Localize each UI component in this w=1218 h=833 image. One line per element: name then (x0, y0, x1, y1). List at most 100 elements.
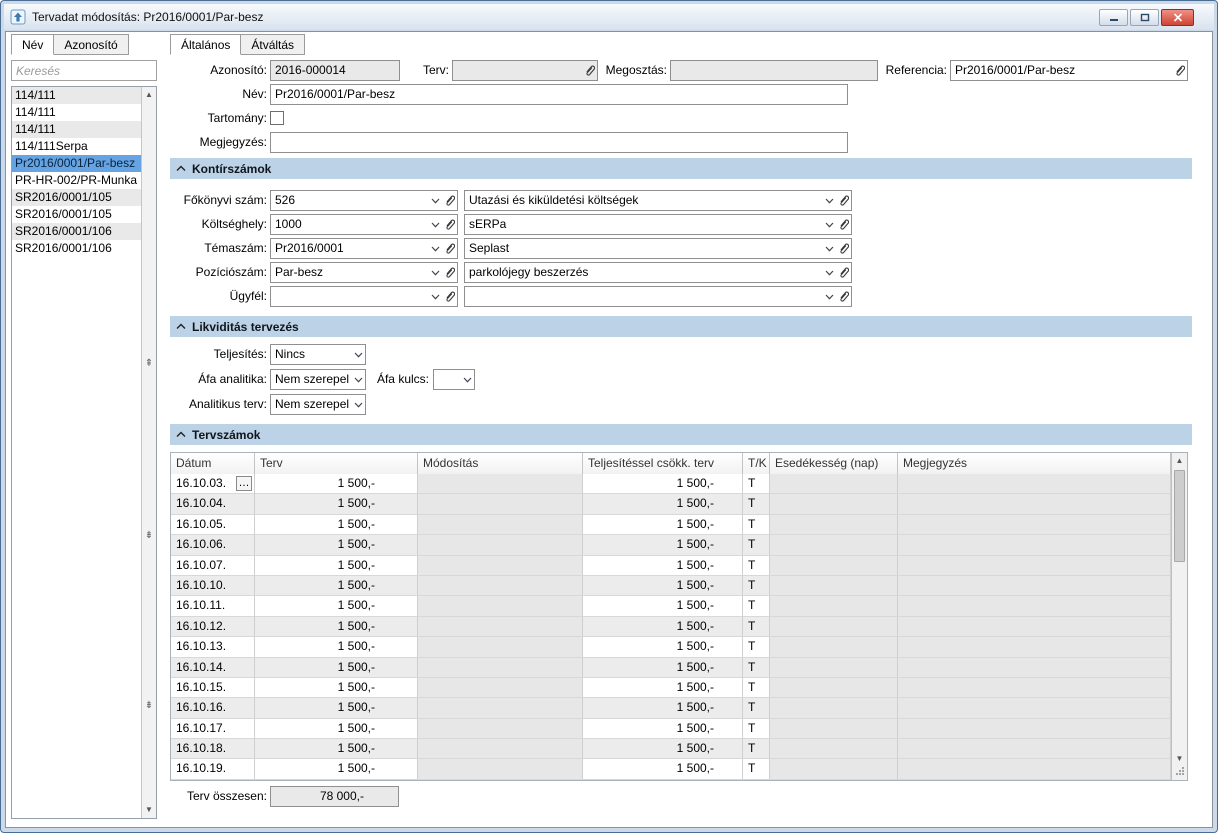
table-cell[interactable]: 1 500,- (255, 515, 418, 535)
table-cell[interactable]: 1 500,- (583, 576, 743, 596)
table-row[interactable]: 16.10.04.1 500,-1 500,-T (171, 494, 1171, 514)
grid-column-header[interactable]: T/K (743, 453, 770, 474)
table-cell[interactable] (418, 556, 583, 576)
table-row[interactable]: 16.10.03.…1 500,-1 500,-T (171, 474, 1171, 494)
table-cell[interactable] (898, 698, 1171, 718)
table-cell[interactable]: T (743, 576, 770, 596)
table-cell[interactable]: T (743, 759, 770, 779)
table-cell[interactable] (898, 596, 1171, 616)
table-cell[interactable]: 16.10.13. (171, 637, 255, 657)
table-cell[interactable] (898, 556, 1171, 576)
analitikus-terv-combo[interactable]: Nem szerepel (270, 394, 366, 415)
table-cell[interactable]: T (743, 637, 770, 657)
table-cell[interactable] (770, 698, 898, 718)
table-cell[interactable]: 1 500,- (255, 637, 418, 657)
table-cell[interactable]: 16.10.04. (171, 494, 255, 514)
table-cell[interactable]: 1 500,- (583, 678, 743, 698)
table-cell[interactable] (418, 759, 583, 779)
table-cell[interactable]: 1 500,- (255, 678, 418, 698)
table-cell[interactable] (418, 474, 583, 494)
grid-column-header[interactable]: Terv (255, 453, 418, 474)
table-cell[interactable] (898, 719, 1171, 739)
table-cell[interactable] (770, 556, 898, 576)
table-cell[interactable]: 16.10.19. (171, 759, 255, 779)
table-cell[interactable]: 1 500,- (255, 474, 418, 494)
table-cell[interactable] (418, 658, 583, 678)
grid-column-header[interactable]: Dátum (171, 453, 255, 474)
table-cell[interactable]: 1 500,- (583, 515, 743, 535)
table-cell[interactable] (898, 515, 1171, 535)
table-cell[interactable] (418, 535, 583, 555)
table-cell[interactable]: 16.10.10. (171, 576, 255, 596)
table-cell[interactable] (770, 719, 898, 739)
resize-grip-icon[interactable] (1172, 765, 1187, 779)
section-tervszamok[interactable]: Tervszámok (170, 424, 1192, 445)
table-cell[interactable]: 16.10.06. (171, 535, 255, 555)
table-cell[interactable] (418, 576, 583, 596)
table-cell[interactable]: 1 500,- (583, 637, 743, 657)
table-cell[interactable] (770, 515, 898, 535)
grid-column-header[interactable]: Megjegyzés (898, 453, 1171, 474)
grid-column-header[interactable]: Módosítás (418, 453, 583, 474)
table-cell[interactable] (418, 596, 583, 616)
table-cell[interactable]: 1 500,- (583, 759, 743, 779)
table-cell[interactable] (898, 494, 1171, 514)
table-cell[interactable]: 16.10.07. (171, 556, 255, 576)
table-cell[interactable] (898, 739, 1171, 759)
table-cell[interactable] (898, 759, 1171, 779)
table-cell[interactable]: T (743, 596, 770, 616)
table-cell[interactable]: 1 500,- (255, 698, 418, 718)
table-row[interactable]: 16.10.13.1 500,-1 500,-T (171, 637, 1171, 657)
table-cell[interactable]: 1 500,- (255, 658, 418, 678)
table-cell[interactable]: 1 500,- (255, 719, 418, 739)
table-cell[interactable]: 16.10.05. (171, 515, 255, 535)
table-cell[interactable] (770, 739, 898, 759)
table-row[interactable]: 16.10.14.1 500,-1 500,-T (171, 658, 1171, 678)
table-cell[interactable]: 1 500,- (583, 556, 743, 576)
table-cell[interactable] (770, 576, 898, 596)
table-cell[interactable] (418, 698, 583, 718)
table-cell[interactable] (898, 658, 1171, 678)
table-cell[interactable]: T (743, 719, 770, 739)
table-cell[interactable] (418, 719, 583, 739)
table-cell[interactable]: 16.10.17. (171, 719, 255, 739)
table-cell[interactable]: T (743, 739, 770, 759)
table-cell[interactable]: 1 500,- (255, 617, 418, 637)
table-cell[interactable] (770, 658, 898, 678)
table-cell[interactable] (770, 474, 898, 494)
table-cell[interactable] (770, 678, 898, 698)
table-cell[interactable]: 16.10.15. (171, 678, 255, 698)
table-cell[interactable]: T (743, 535, 770, 555)
table-cell[interactable]: 16.10.16. (171, 698, 255, 718)
table-row[interactable]: 16.10.19.1 500,-1 500,-T (171, 759, 1171, 779)
sidebar-tab-nev[interactable]: Név (11, 34, 54, 55)
table-cell[interactable]: 1 500,- (255, 739, 418, 759)
table-cell[interactable]: 16.10.14. (171, 658, 255, 678)
table-cell[interactable]: T (743, 515, 770, 535)
table-cell[interactable]: 1 500,- (255, 556, 418, 576)
table-cell[interactable] (770, 494, 898, 514)
minimize-button[interactable] (1099, 9, 1128, 26)
table-cell[interactable] (898, 637, 1171, 657)
table-cell[interactable]: T (743, 678, 770, 698)
table-row[interactable]: 16.10.16.1 500,-1 500,-T (171, 698, 1171, 718)
table-cell[interactable]: 1 500,- (255, 535, 418, 555)
table-cell[interactable] (770, 535, 898, 555)
table-row[interactable]: 16.10.12.1 500,-1 500,-T (171, 617, 1171, 637)
table-cell[interactable] (898, 617, 1171, 637)
collapse-icon[interactable] (176, 431, 186, 438)
table-cell[interactable]: T (743, 658, 770, 678)
table-row[interactable]: 16.10.11.1 500,-1 500,-T (171, 596, 1171, 616)
table-cell[interactable] (418, 678, 583, 698)
table-row[interactable]: 16.10.07.1 500,-1 500,-T (171, 556, 1171, 576)
table-cell[interactable]: 1 500,- (255, 759, 418, 779)
maximize-button[interactable] (1130, 9, 1159, 26)
table-cell[interactable]: 1 500,- (255, 576, 418, 596)
table-cell[interactable] (418, 515, 583, 535)
table-cell[interactable] (770, 596, 898, 616)
table-cell[interactable] (418, 617, 583, 637)
table-cell[interactable] (898, 474, 1171, 494)
scrollbar-thumb[interactable] (1174, 470, 1185, 562)
table-cell[interactable]: T (743, 474, 770, 494)
titlebar[interactable]: Tervadat módosítás: Pr2016/0001/Par-besz (4, 4, 1214, 30)
